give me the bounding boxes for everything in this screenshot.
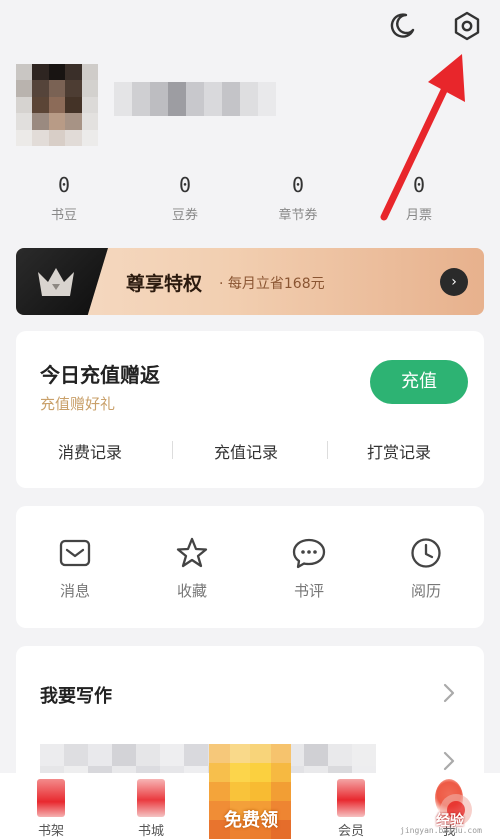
chevron-right-icon[interactable]	[442, 682, 456, 704]
vip-title: 尊享特权	[126, 273, 203, 295]
clock-icon	[411, 538, 441, 568]
divider	[172, 441, 173, 459]
tab-membership[interactable]: 会员	[326, 773, 376, 839]
stat-value: 0	[178, 173, 192, 197]
quick-actions-card: 消息 收藏 书评 阅历	[16, 506, 484, 628]
recharge-record-link[interactable]: 充值记录	[214, 439, 278, 463]
stat-douquan[interactable]: 0 豆券	[150, 172, 220, 223]
tab-label: 书架	[37, 824, 64, 839]
stat-label: 豆券	[171, 208, 198, 223]
username	[114, 82, 276, 116]
quick-item-history[interactable]: 阅历	[391, 536, 461, 601]
recharge-title: 今日充值赠返	[40, 363, 160, 387]
crown-icon	[38, 268, 74, 296]
quick-item-label: 书评	[293, 582, 324, 600]
bookshelf-icon	[37, 779, 65, 817]
chevron-right-icon[interactable]	[442, 750, 456, 772]
recharge-subtitle: 充值赠好礼	[40, 395, 116, 413]
tab-label: 书城	[137, 824, 164, 839]
stat-label: 月票	[405, 208, 432, 223]
vip-privilege-banner[interactable]: 尊享特权 · 每月立省168元 ›	[16, 248, 484, 315]
star-icon	[176, 537, 208, 568]
quick-item-reviews[interactable]: 书评	[274, 536, 344, 601]
tab-label: 会员	[337, 824, 364, 839]
vip-arrow-button[interactable]: ›	[440, 268, 468, 296]
stat-value: 0	[291, 173, 305, 197]
stat-value: 0	[57, 173, 71, 197]
recharge-button[interactable]: 充值	[370, 360, 468, 404]
tab-bookstore[interactable]: 书城	[126, 773, 176, 839]
comment-icon	[292, 538, 326, 569]
stat-shudou[interactable]: 0 书豆	[29, 172, 99, 223]
quick-item-label: 阅历	[410, 582, 441, 600]
watermark-url: jingyan.baidu.com	[400, 826, 482, 835]
stat-monthly-ticket[interactable]: 0 月票	[384, 172, 454, 223]
message-icon	[59, 539, 91, 567]
stat-label: 章节券	[278, 208, 318, 223]
free-claim-label: 免费领	[224, 810, 278, 831]
stat-value: 0	[412, 173, 426, 197]
consumption-record-link[interactable]: 消费记录	[58, 439, 122, 463]
stat-chapter-coupon[interactable]: 0 章节券	[263, 172, 333, 223]
stat-label: 书豆	[50, 208, 77, 223]
divider	[327, 441, 328, 459]
quick-item-label: 收藏	[176, 582, 207, 600]
tab-bookshelf[interactable]: 书架	[26, 773, 76, 839]
avatar[interactable]	[16, 64, 98, 146]
vip-subtitle: · 每月立省168元	[219, 276, 325, 292]
quick-item-messages[interactable]: 消息	[40, 536, 110, 601]
quick-item-favorites[interactable]: 收藏	[157, 536, 227, 601]
settings-gear-icon[interactable]	[451, 10, 483, 42]
recharge-card: 今日充值赠返 充值赠好礼 充值 消费记录 充值记录 打赏记录	[16, 331, 484, 488]
quick-item-label: 消息	[59, 582, 90, 600]
night-mode-moon-icon[interactable]	[386, 10, 418, 42]
bookstore-icon	[137, 779, 165, 817]
membership-icon	[337, 779, 365, 817]
writing-title: 我要写作	[40, 686, 112, 707]
tip-record-link[interactable]: 打赏记录	[367, 439, 431, 463]
